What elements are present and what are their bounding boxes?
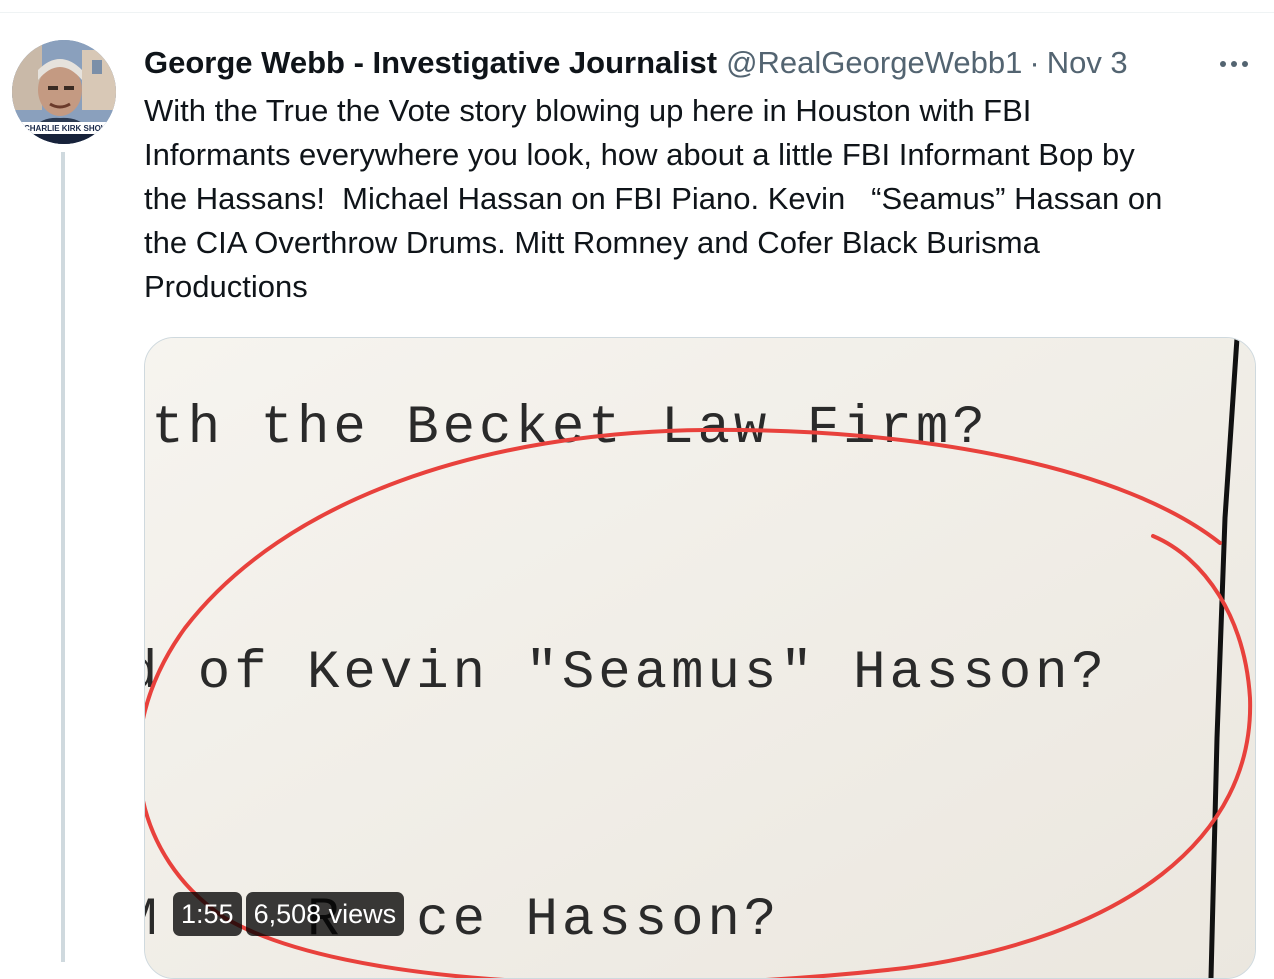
video-duration: 1:55: [173, 892, 242, 936]
author-handle[interactable]: @RealGeorgeWebb1: [726, 45, 1022, 81]
more-dot: [1231, 61, 1237, 67]
tweet-date[interactable]: Nov 3: [1047, 45, 1128, 81]
more-dot: [1220, 61, 1226, 67]
tweet-header: George Webb - Investigative Journalist @…: [144, 42, 1128, 84]
avatar-banner-text: CHARLIE KIRK SHOW: [24, 124, 109, 133]
tweet-text-line: the CIA Overthrow Drums. Mitt Romney and…: [144, 225, 1040, 260]
avatar[interactable]: CHARLIE KIRK SHOW: [12, 40, 116, 144]
tweet-text: With the True the Vote story blowing up …: [144, 89, 1244, 309]
video-views: 6,508 views: [245, 892, 405, 936]
tweet-text-line: the Hassans! Michael Hassan on FBI Piano…: [144, 181, 1163, 216]
avatar-photo: CHARLIE KIRK SHOW: [12, 40, 116, 144]
author-name[interactable]: George Webb - Investigative Journalist: [144, 45, 717, 81]
separator-dot: ·: [1029, 45, 1040, 80]
red-circle-annotation: [145, 427, 1253, 978]
tweet-text-line: Informants everywhere you look, how abou…: [144, 137, 1135, 172]
tweet-text-line: With the True the Vote story blowing up …: [144, 93, 1032, 128]
top-divider: [0, 12, 1274, 13]
tweet-text-line: Productions: [144, 269, 308, 304]
more-options-icon[interactable]: [1212, 48, 1256, 80]
video-badges: 1:55 6,508 views: [173, 892, 405, 936]
more-dot: [1242, 61, 1248, 67]
video-player[interactable]: ith the Becket Law Firm? d of Kevin "Sea…: [144, 337, 1256, 979]
thread-line: [61, 152, 65, 962]
